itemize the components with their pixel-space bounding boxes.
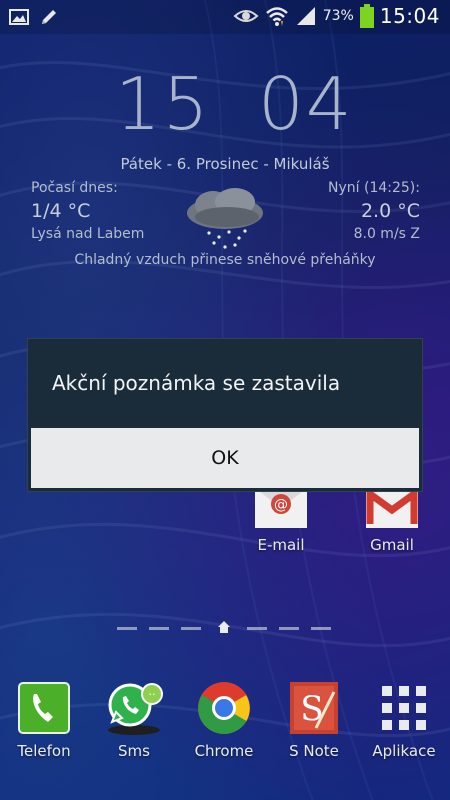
signal-icon (296, 7, 315, 25)
whatsapp-icon: ·· (108, 683, 163, 735)
battery-icon (359, 4, 374, 28)
page-dot[interactable] (117, 627, 137, 630)
home-page-icon[interactable] (218, 621, 230, 633)
status-bar: 73% 15:04 (0, 0, 450, 34)
pencil-icon (42, 10, 56, 24)
today-label: Počasí dnes: (31, 180, 118, 196)
dock-sms-label: Sms (118, 742, 150, 760)
now-label: Nyní (14:25): (328, 180, 420, 196)
page-dot[interactable] (181, 627, 201, 630)
app-stopped-dialog: Akční poznámka se zastavila OK (28, 339, 422, 491)
apps-grid-icon (382, 686, 426, 730)
gallery-icon (9, 9, 29, 25)
widget-minute: 04 (258, 62, 354, 146)
phone-icon (18, 682, 70, 734)
page-dot[interactable] (311, 627, 331, 630)
page-dot[interactable] (247, 627, 267, 630)
page-dot[interactable] (279, 627, 299, 630)
location-label: Lysá nad Labem (31, 226, 145, 242)
app-gmail-label: Gmail (370, 536, 414, 554)
home-screen: 73% 15:04 15 04 Pátek - 6. Prosinec - Mi… (0, 0, 450, 800)
widget-date: Pátek - 6. Prosinec - Mikuláš (120, 155, 330, 173)
dialog-message: Akční poznámka se zastavila (52, 371, 341, 395)
app-email[interactable]: @ E-mail (241, 486, 321, 554)
chrome-icon (198, 682, 250, 734)
dock-sms[interactable]: ·· Sms (94, 680, 174, 760)
gmail-icon (366, 487, 418, 528)
dock-apps-label: Aplikace (372, 742, 436, 760)
dock-apps[interactable]: Aplikace (364, 680, 444, 760)
wind-label: 8.0 m/s Z (353, 226, 420, 242)
snow-cloud-icon (187, 188, 263, 249)
email-icon: @ (255, 488, 307, 528)
dock-phone-label: Telefon (17, 742, 71, 760)
today-temperature: 1/4 °C (31, 200, 91, 222)
svg-text:··: ·· (149, 688, 156, 701)
status-clock: 15:04 (379, 4, 440, 28)
wifi-icon (265, 7, 288, 26)
dock-chrome-label: Chrome (194, 742, 254, 760)
dock-phone[interactable]: Telefon (4, 680, 84, 760)
dock-snote-label: S Note (289, 742, 339, 760)
svg-text:@: @ (274, 497, 288, 513)
dock-chrome[interactable]: Chrome (184, 680, 264, 760)
eye-icon (233, 10, 259, 22)
now-temperature: 2.0 °C (360, 200, 420, 222)
app-gmail[interactable]: Gmail (352, 486, 432, 554)
snote-icon: S (290, 682, 338, 734)
ok-button[interactable]: OK (31, 428, 419, 488)
widget-hour: 15 (115, 62, 211, 146)
battery-percentage: 73% (322, 8, 354, 24)
page-dot[interactable] (149, 627, 169, 630)
app-email-label: E-mail (257, 536, 305, 554)
dock-snote[interactable]: S S Note (274, 680, 354, 760)
forecast-text: Chladný vzduch přinese sněhové přeháňky (74, 252, 376, 268)
